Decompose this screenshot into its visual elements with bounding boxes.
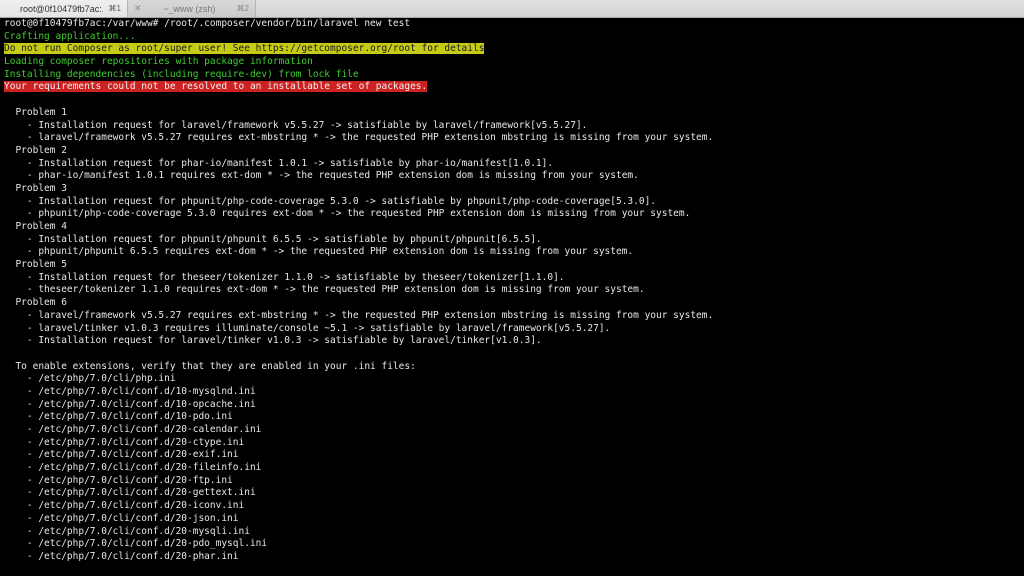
problem-detail: - Installation request for laravel/frame…	[4, 119, 588, 131]
ini-path: - /etc/php/7.0/cli/php.ini	[4, 373, 176, 385]
ini-path: - /etc/php/7.0/cli/conf.d/20-iconv.ini	[4, 500, 245, 512]
ini-path: - /etc/php/7.0/cli/conf.d/20-exif.ini	[4, 449, 239, 461]
info-line: Loading composer repositories with packa…	[4, 56, 313, 68]
warning-line: Do not run Composer as root/super user! …	[4, 43, 485, 55]
ini-path: - /etc/php/7.0/cli/conf.d/20-ftp.ini	[4, 474, 233, 486]
ini-path: - /etc/php/7.0/cli/conf.d/20-gettext.ini	[4, 487, 256, 499]
problem-detail: - Installation request for phpunit/phpun…	[4, 233, 542, 245]
terminal-output[interactable]: root@0f10479fb7ac:/var/www# /root/.compo…	[4, 18, 1020, 564]
problem-heading: Problem 5	[4, 259, 67, 271]
problem-detail: - laravel/tinker v1.0.3 requires illumin…	[4, 322, 611, 334]
problem-detail: - Installation request for phar-io/manif…	[4, 157, 554, 169]
tab-title: ~_www (zsh)	[163, 3, 216, 14]
problem-detail: - Installation request for theseer/token…	[4, 271, 565, 283]
problem-detail: - Installation request for phpunit/php-c…	[4, 195, 657, 207]
tab-bar: root@0f10479fb7ac:... ⌘1 ✕ ~_www (zsh) ⌘…	[0, 0, 1024, 18]
tab-shortcut: ⌘1	[108, 4, 121, 13]
terminal-window: root@0f10479fb7ac:... ⌘1 ✕ ~_www (zsh) ⌘…	[0, 0, 1024, 576]
tab-bar-empty-area	[256, 0, 1024, 17]
ini-path: - /etc/php/7.0/cli/conf.d/10-mysqlnd.ini	[4, 385, 256, 397]
ini-path: - /etc/php/7.0/cli/conf.d/20-mysqli.ini	[4, 525, 250, 537]
problem-detail: - laravel/framework v5.5.27 requires ext…	[4, 309, 714, 321]
problem-detail: - theseer/tokenizer 1.1.0 requires ext-d…	[4, 284, 645, 296]
problem-detail: - phpunit/php-code-coverage 5.3.0 requir…	[4, 208, 691, 220]
ini-path: - /etc/php/7.0/cli/conf.d/20-pdo_mysql.i…	[4, 538, 268, 550]
problem-heading: Problem 1	[4, 106, 67, 118]
tab-shortcut: ⌘2	[236, 4, 249, 13]
tab-close-icon[interactable]: ✕	[134, 3, 142, 14]
problem-heading: Problem 2	[4, 144, 67, 156]
info-line: Crafting application...	[4, 30, 136, 42]
ini-path: - /etc/php/7.0/cli/conf.d/20-calendar.in…	[4, 424, 262, 435]
problem-heading: Problem 6	[4, 297, 67, 309]
ini-path: - /etc/php/7.0/cli/conf.d/20-fileinfo.in…	[4, 462, 262, 474]
ini-path: - /etc/php/7.0/cli/conf.d/20-phar.ini	[4, 550, 239, 562]
ini-path: - /etc/php/7.0/cli/conf.d/20-json.ini	[4, 512, 239, 524]
problem-detail: - Installation request for laravel/tinke…	[4, 335, 542, 347]
extensions-heading: To enable extensions, verify that they a…	[4, 360, 416, 372]
tab-root-session[interactable]: root@0f10479fb7ac:... ⌘1	[0, 0, 128, 17]
problem-detail: - phar-io/manifest 1.0.1 requires ext-do…	[4, 170, 639, 182]
problem-detail: - laravel/framework v5.5.27 requires ext…	[4, 132, 714, 144]
tab-zsh-session[interactable]: ✕ ~_www (zsh) ⌘2	[128, 0, 256, 17]
tab-title: root@0f10479fb7ac:...	[20, 3, 103, 14]
ini-path: - /etc/php/7.0/cli/conf.d/20-ctype.ini	[4, 436, 245, 448]
error-line: Your requirements could not be resolved …	[4, 81, 428, 93]
info-line: Installing dependencies (including requi…	[4, 68, 359, 80]
ini-path: - /etc/php/7.0/cli/conf.d/10-opcache.ini	[4, 398, 256, 410]
problem-heading: Problem 4	[4, 221, 67, 232]
command-line: root@0f10479fb7ac:/var/www# /root/.compo…	[4, 18, 411, 29]
ini-path: - /etc/php/7.0/cli/conf.d/10-pdo.ini	[4, 411, 233, 423]
problem-heading: Problem 3	[4, 182, 67, 194]
problem-detail: - phpunit/phpunit 6.5.5 requires ext-dom…	[4, 246, 634, 258]
